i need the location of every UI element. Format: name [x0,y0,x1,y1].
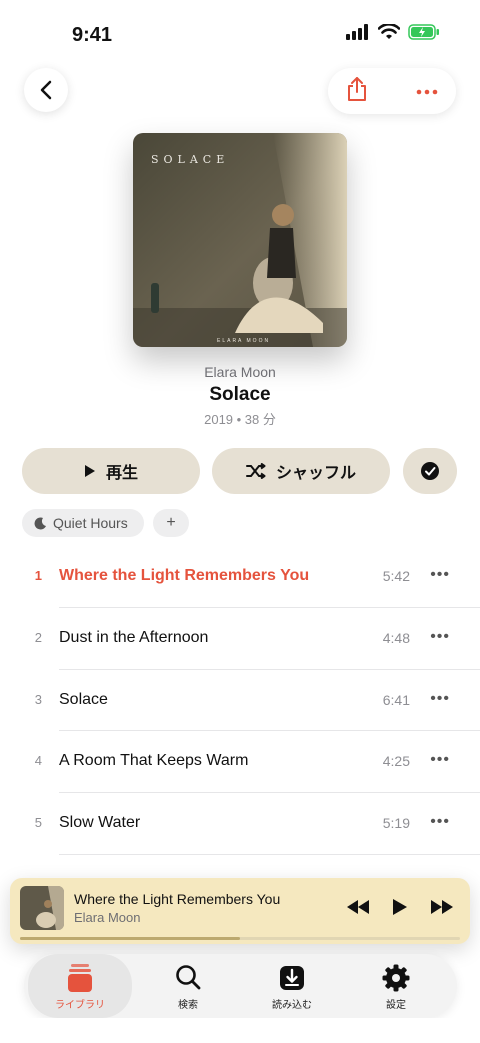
tab-search[interactable]: 検索 [136,954,240,1018]
mini-player[interactable]: Where the Light Remembers You Elara Moon [10,878,470,944]
track-title: A Room That Keeps Warm [59,752,249,770]
play-button-label: 再生 [105,465,138,482]
play-icon[interactable] [392,898,408,916]
share-icon [348,76,366,101]
track-number: 1 [34,568,42,583]
shuffle-icon [245,463,266,479]
mini-player-artist: Elara Moon [74,910,141,925]
share-button[interactable] [346,76,368,107]
rewind-icon[interactable] [346,899,370,915]
tab-bar: ライブラリ 検索 読み込む 設定 [24,954,457,1018]
tab-library-label: ライブラリ [55,1000,105,1011]
mini-player-title: Where the Light Remembers You [74,891,281,907]
tab-settings-label: 設定 [386,1000,406,1011]
row-divider [59,853,480,855]
track-row[interactable]: 3 Solace 6:41 ••• [0,670,480,732]
track-duration: 4:48 [382,629,410,646]
track-title: Where the Light Remembers You [59,567,310,584]
track-number: 3 [34,691,42,707]
track-more-icon[interactable]: ••• [430,813,450,831]
status-icons [346,24,440,40]
track-number: 4 [34,753,42,769]
track-duration: 5:42 [382,568,410,584]
gear-icon [344,964,448,992]
nav-actions [328,68,456,114]
fast-forward-icon[interactable] [430,899,454,915]
track-number: 2 [34,629,42,645]
track-duration: 4:25 [382,753,410,770]
mini-cover-image [20,886,64,930]
signal-icon [346,24,368,40]
more-icon [416,89,438,95]
track-more-icon[interactable]: ••• [430,751,450,769]
mini-player-controls [346,898,454,916]
mini-player-artwork [20,886,64,930]
tab-library[interactable]: ライブラリ [28,954,132,1018]
quiet-hours-label: Quiet Hours [53,515,128,531]
album-artwork: SOLACE ELARA MOON [133,133,347,347]
download-icon [240,964,344,992]
track-number: 5 [34,815,42,831]
album-cover-artist: ELARA MOON [217,338,271,344]
library-icon [28,964,132,992]
back-button[interactable] [24,68,68,112]
tab-downloads[interactable]: 読み込む [240,954,344,1018]
chevron-left-icon [40,80,52,100]
shuffle-button-label: シャッフル [275,465,356,482]
track-title: Dust in the Afternoon [59,628,209,646]
add-chip-button[interactable]: + [153,509,189,537]
play-icon [84,465,95,477]
status-bar: 9:41 [0,0,480,70]
track-title: Slow Water [59,814,141,832]
track-more-icon[interactable]: ••• [430,566,450,584]
battery-icon [408,24,439,40]
tab-settings[interactable]: 設定 [344,954,448,1018]
play-button[interactable]: 再生 [22,448,200,494]
track-duration: 6:41 [382,691,410,708]
track-row[interactable]: 2 Dust in the Afternoon 4:48 ••• [0,608,480,670]
track-row[interactable]: 1 Where the Light Remembers You 5:42 ••• [0,546,480,608]
downloaded-check-button[interactable] [403,448,457,494]
track-title: Solace [59,690,108,708]
tab-search-label: 検索 [178,1000,198,1011]
more-button[interactable] [416,82,438,100]
artist-name[interactable]: Elara Moon [0,364,480,380]
moon-icon [34,516,46,529]
track-row[interactable]: 4 A Room That Keeps Warm 4:25 ••• [0,731,480,794]
shuffle-button[interactable]: シャッフル [212,448,390,494]
album-title: Solace [209,384,271,405]
mini-player-progress-fill [20,937,240,940]
track-list: 1 Where the Light Remembers You 5:42 •••… [0,546,480,855]
mini-player-progress[interactable] [20,937,460,940]
search-icon [136,964,240,992]
wifi-icon [378,24,400,39]
track-duration: 5:19 [382,815,410,832]
status-time: 9:41 [72,24,113,46]
home-indicator-area [0,1018,480,1043]
tab-downloads-label: 読み込む [272,1000,312,1011]
track-row[interactable]: 5 Slow Water 5:19 ••• [0,793,480,855]
album-cover-title: SOLACE [151,153,230,166]
quiet-hours-chip[interactable]: Quiet Hours [22,509,144,537]
checkmark-circle-icon [421,462,439,480]
track-more-icon[interactable]: ••• [430,690,450,708]
track-more-icon[interactable]: ••• [430,628,450,646]
album-meta: 2019 • 38 分 [204,412,276,427]
